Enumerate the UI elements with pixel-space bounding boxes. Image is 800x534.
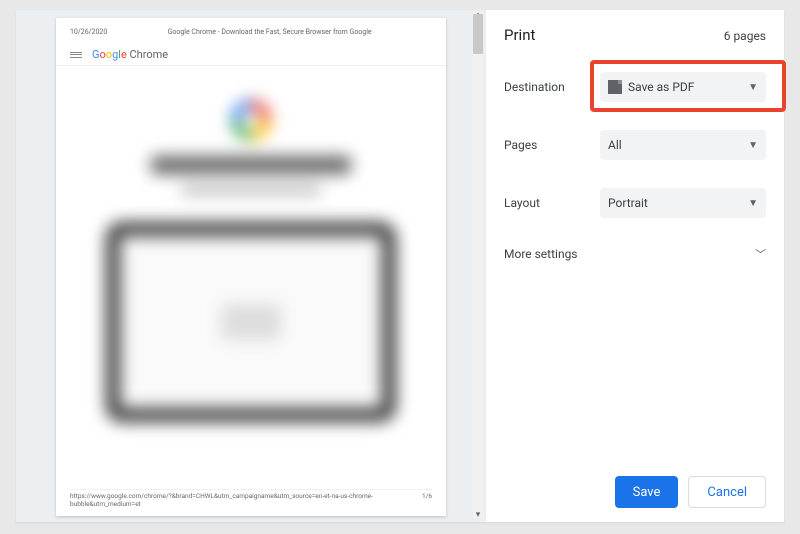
preview-brand-row: Google Chrome: [70, 48, 432, 61]
print-preview-pane: 10/26/2020 Google Chrome - Download the …: [16, 10, 486, 522]
caret-down-icon: ▼: [748, 140, 758, 151]
blurred-device-frame: [106, 222, 396, 422]
cancel-button[interactable]: Cancel: [688, 476, 766, 508]
more-settings-label: More settings: [504, 247, 578, 261]
chrome-logo-icon: [231, 100, 271, 140]
pages-value: All: [608, 138, 622, 152]
pages-row: Pages All ▼: [504, 130, 766, 160]
preview-footer-page: 1/6: [422, 492, 432, 508]
hamburger-icon: [70, 52, 82, 58]
blurred-heading: [151, 156, 351, 174]
pages-select[interactable]: All ▼: [600, 130, 766, 160]
caret-down-icon: ▼: [748, 198, 758, 209]
destination-label: Destination: [504, 80, 600, 94]
layout-label: Layout: [504, 196, 600, 210]
google-chrome-wordmark: Google Chrome: [92, 48, 168, 61]
print-title: Print: [504, 26, 535, 44]
preview-header: 10/26/2020 Google Chrome - Download the …: [70, 28, 432, 36]
preview-blurred-content: [56, 82, 446, 496]
layout-value: Portrait: [608, 196, 648, 210]
save-button[interactable]: Save: [615, 476, 679, 508]
print-settings-pane: Print 6 pages Destination Save as PDF ▼ …: [486, 10, 784, 522]
page-count: 6 pages: [724, 29, 766, 43]
scroll-down-icon[interactable]: ▾: [473, 510, 483, 520]
divider: [56, 65, 446, 66]
preview-page: 10/26/2020 Google Chrome - Download the …: [56, 18, 446, 516]
preview-footer-url: https://www.google.com/chrome/?&brand=CH…: [70, 492, 422, 508]
layout-select[interactable]: Portrait ▼: [600, 188, 766, 218]
more-settings-toggle[interactable]: More settings ﹀: [504, 246, 766, 262]
pages-label: Pages: [504, 138, 600, 152]
brand-suffix: Chrome: [130, 48, 169, 61]
blurred-device-inner: [221, 304, 281, 340]
caret-down-icon: ▼: [748, 82, 758, 93]
preview-scrollbar[interactable]: ▴ ▾: [473, 12, 483, 518]
destination-row: Destination Save as PDF ▼: [504, 72, 766, 102]
preview-date: 10/26/2020: [70, 28, 107, 36]
scroll-thumb[interactable]: [473, 14, 483, 54]
preview-footer: https://www.google.com/chrome/?&brand=CH…: [70, 489, 432, 508]
preview-header-title: Google Chrome - Download the Fast, Secur…: [168, 28, 372, 36]
destination-value: Save as PDF: [628, 80, 694, 94]
dialog-footer: Save Cancel: [504, 476, 766, 508]
chevron-down-icon: ﹀: [755, 246, 766, 262]
destination-select[interactable]: Save as PDF ▼: [600, 72, 766, 102]
title-row: Print 6 pages: [504, 26, 766, 44]
layout-row: Layout Portrait ▼: [504, 188, 766, 218]
print-dialog: 10/26/2020 Google Chrome - Download the …: [16, 10, 784, 522]
pdf-file-icon: [608, 80, 622, 94]
blurred-subtext: [181, 186, 321, 194]
print-dialog-window: 10/26/2020 Google Chrome - Download the …: [0, 0, 800, 534]
